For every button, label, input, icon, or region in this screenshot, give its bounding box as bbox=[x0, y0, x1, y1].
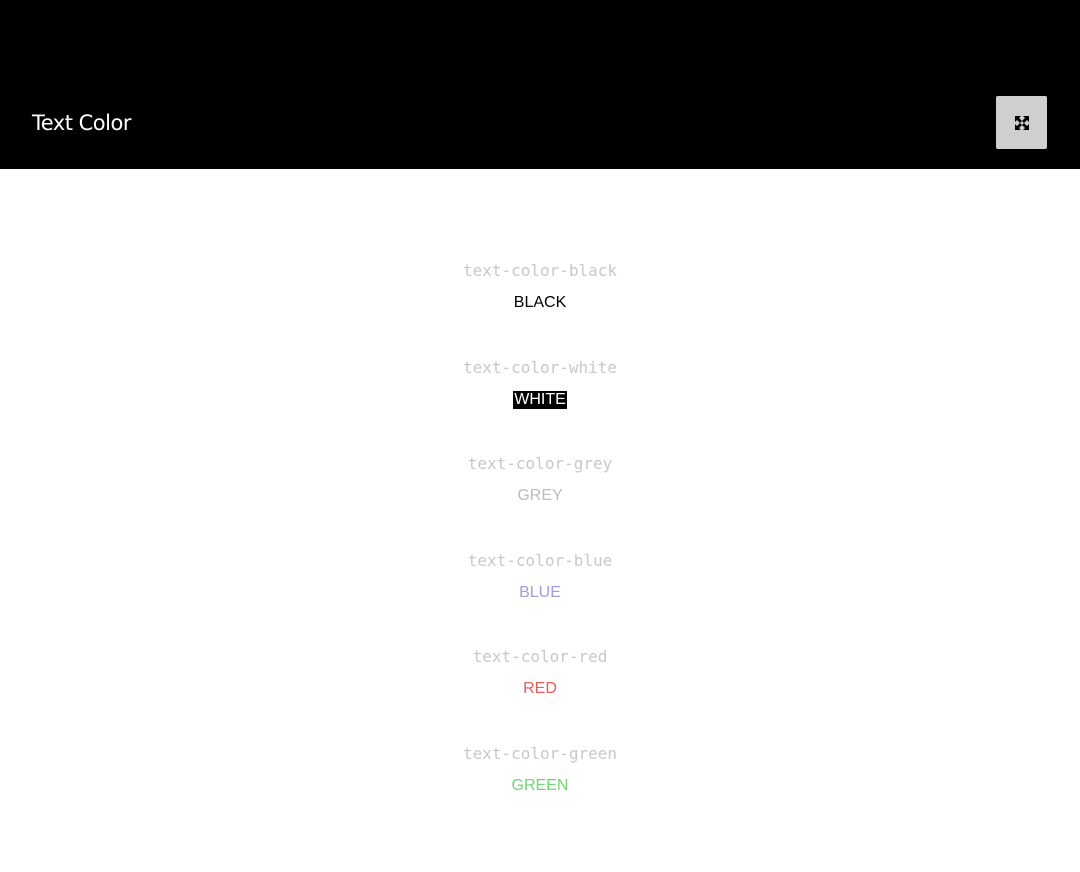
class-name-label: text-color-grey bbox=[467, 454, 613, 474]
swatch-black: text-color-black BLACK bbox=[0, 259, 1080, 356]
swatch-white: text-color-white WHITE bbox=[0, 356, 1080, 453]
color-sample: BLUE bbox=[519, 583, 561, 601]
expand-arrows-icon bbox=[1014, 115, 1029, 130]
swatch-red: text-color-red RED bbox=[0, 645, 1080, 742]
class-name-label: text-color-white bbox=[462, 357, 618, 377]
class-name-label: text-color-black bbox=[462, 261, 618, 280]
swatch-blue: text-color-blue BLUE bbox=[0, 549, 1080, 646]
swatch-grey: text-color-grey GREY bbox=[0, 452, 1080, 549]
text-color-list: text-color-black BLACK text-color-white … bbox=[0, 259, 1080, 839]
color-sample: GREEN bbox=[511, 776, 569, 794]
color-sample: BLACK bbox=[513, 294, 567, 311]
color-sample: RED bbox=[523, 680, 557, 698]
class-name-label: text-color-red bbox=[472, 647, 608, 667]
color-sample: GREY bbox=[517, 487, 563, 505]
class-name-label: text-color-green bbox=[462, 743, 618, 763]
class-name-label: text-color-blue bbox=[467, 550, 613, 570]
swatch-green: text-color-green GREEN bbox=[0, 742, 1080, 839]
header-bar: Text Color bbox=[0, 0, 1080, 169]
fullscreen-button[interactable] bbox=[996, 96, 1047, 149]
color-sample: WHITE bbox=[513, 390, 567, 409]
page-title: Text Color bbox=[32, 111, 131, 135]
